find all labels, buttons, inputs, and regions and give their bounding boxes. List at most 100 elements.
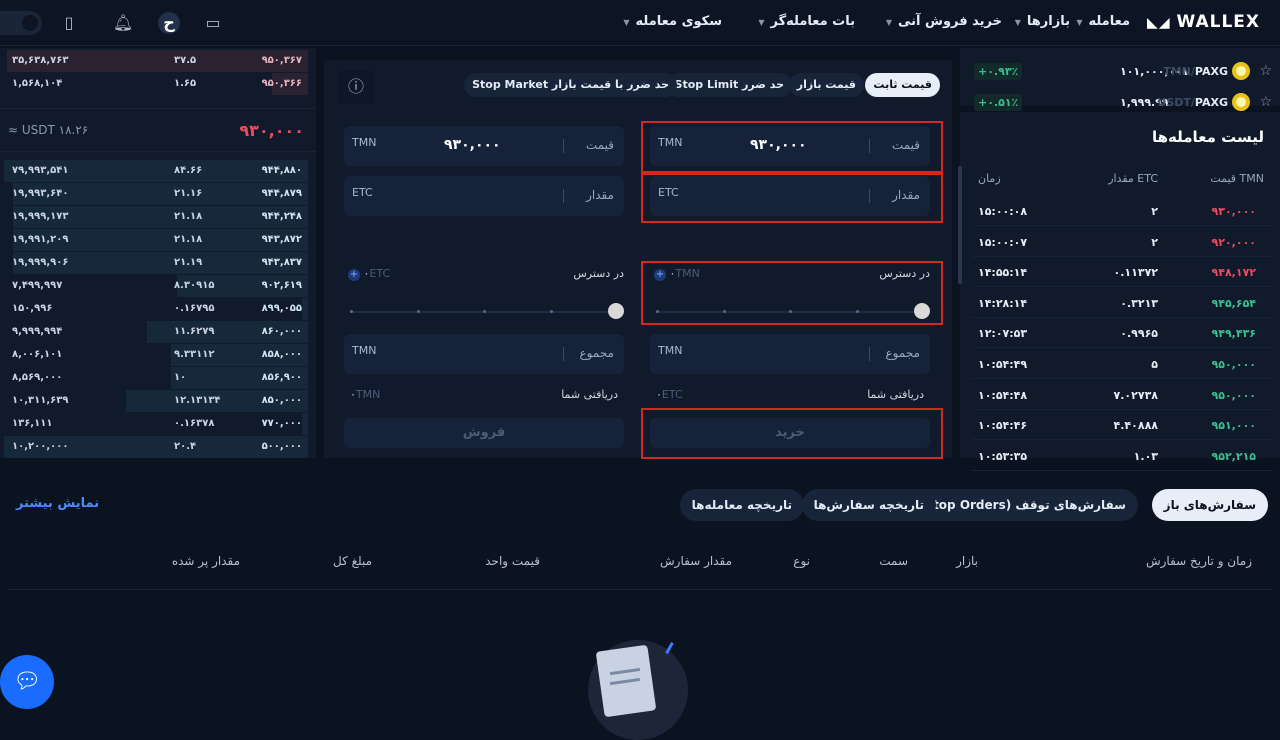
bid-row[interactable]: ۱۹,۹۹۹,۹۰۶ ۲۱.۱۹ ۹۴۳,۸۳۷ — [4, 252, 308, 274]
bid-row[interactable]: ۸,۵۶۹,۰۰۰ ۱۰ ۸۵۶,۹۰۰ — [4, 367, 308, 389]
trade-time: ۱۰:۵۳:۳۵ — [978, 449, 1028, 463]
ask-row[interactable]: ۳۵,۶۳۸,۷۶۳ ۳۷.۵ ۹۵۰,۳۶۷ — [4, 50, 308, 72]
bid-row[interactable]: ۷,۴۹۹,۹۹۷ ۸.۳۰۹۱۵ ۹۰۲,۶۱۹ — [4, 275, 308, 297]
field-label: مقدار — [586, 188, 614, 202]
bid-row[interactable]: ۸,۰۰۶,۱۰۱ ۹.۳۳۱۱۲ ۸۵۸,۰۰۰ — [4, 344, 308, 366]
trade-time: ۱۰:۵۴:۴۶ — [978, 419, 1028, 433]
trade-amount: ۲ — [1151, 235, 1158, 249]
separator — [563, 139, 564, 153]
scrollbar[interactable] — [958, 166, 962, 284]
tab-market[interactable]: قیمت بازار — [788, 73, 864, 97]
price-cell: ۹۰۲,۶۱۹ — [261, 280, 302, 291]
trade-time: ۱۴:۲۸:۱۴ — [978, 296, 1028, 310]
bid-row[interactable]: ۷۹,۹۹۳,۵۴۱ ۸۴.۶۶ ۹۴۴,۸۸۰ — [4, 160, 308, 182]
trade-time: ۱۲:۰۷:۵۳ — [978, 327, 1028, 341]
trade-price: ۹۴۸,۱۷۲ — [1211, 266, 1256, 280]
bid-row[interactable]: ۱۳۶,۱۱۱ ۰.۱۶۳۷۸ ۷۷۰,۰۰۰ — [4, 413, 308, 435]
bid-row[interactable]: ۱۰,۲۰۰,۰۰۰ ۲۰.۴ ۵۰۰,۰۰۰ — [4, 436, 308, 458]
sell-total-input[interactable]: مجموع TMN — [344, 334, 624, 374]
unit-label: TMN — [352, 344, 377, 357]
sell-price-input[interactable]: قیمت ۹۳۰,۰۰۰ TMN — [344, 126, 624, 166]
price-cell: ۵۰۰,۰۰۰ — [261, 441, 302, 452]
price-cell: ۸۹۹,۰۵۵ — [261, 303, 302, 314]
market-pair: USDT/PAXG — [1157, 96, 1228, 109]
sell-receive: ۰TMN — [350, 388, 380, 401]
total-cell: ۱,۵۶۸,۱۰۴ — [12, 78, 63, 89]
tab-stop-orders[interactable]: سفارش‌های توقف (Stop Orders) — [906, 489, 1138, 521]
slider-step[interactable] — [483, 310, 486, 313]
amount-cell: ۲۰.۴ — [174, 441, 197, 452]
bid-row[interactable]: ۱۹,۹۹۹,۱۷۳ ۲۱.۱۸ ۹۴۴,۲۴۸ — [4, 206, 308, 228]
tab-order-history[interactable]: تاریخچه سفارش‌ها — [801, 489, 936, 521]
trade-amount: ۰.۹۹۶۵ — [1120, 327, 1158, 341]
bid-row[interactable]: ۱۵۰,۹۹۶ ۰.۱۶۷۹۵ ۸۹۹,۰۵۵ — [4, 298, 308, 320]
bid-row[interactable]: ۱۹,۹۹۳,۶۴۰ ۲۱.۱۶ ۹۴۴,۸۷۹ — [4, 183, 308, 205]
pair-quote: USDT/ — [1157, 96, 1195, 109]
annotation-box — [641, 173, 943, 223]
sell-percent-slider[interactable] — [350, 303, 624, 319]
last-price-bar: ≈ USDT ۱۸.۲۶ ۹۳۰,۰۰۰ — [0, 108, 316, 152]
divider — [8, 589, 1272, 590]
tab-open-orders[interactable]: سفارش‌های باز — [1151, 489, 1268, 521]
bid-row[interactable]: ۱۰,۳۱۱,۶۳۹ ۱۲.۱۳۱۳۴ ۸۵۰,۰۰۰ — [4, 390, 308, 412]
buy-receive: ۰ETC — [656, 388, 683, 401]
buy-total-input[interactable]: مجموع TMN — [650, 334, 930, 374]
header-time: زمان — [978, 172, 1001, 185]
bell-icon[interactable]: 🔔︎ — [112, 12, 134, 34]
nav-trade[interactable]: معامله▼ — [1076, 14, 1130, 29]
last-price-usdt: ≈ USDT ۱۸.۲۶ — [8, 123, 89, 137]
market-change: +۰.۵۱٪ — [974, 94, 1023, 111]
wallex-logo-icon: ◣◢ — [1147, 15, 1177, 31]
bid-row[interactable]: ۹,۹۹۹,۹۹۴ ۱۱.۶۲۷۹ ۸۶۰,۰۰۰ — [4, 321, 308, 343]
nav-markets[interactable]: بازارها▼ — [1015, 14, 1070, 29]
total-cell: ۷۹,۹۹۳,۵۴۱ — [12, 165, 69, 176]
avatar[interactable]: ح — [158, 12, 180, 34]
trade-time: ۱۴:۵۵:۱۴ — [978, 266, 1028, 280]
amount-cell: ۳۷.۵ — [174, 55, 197, 66]
trade-row: ۹۵۱,۰۰۰ ۴.۴۰۸۸۸ ۱۰:۵۴:۴۶ — [972, 410, 1272, 441]
trade-row: ۹۴۸,۱۷۲ ۰.۱۱۳۷۲ ۱۴:۵۵:۱۴ — [972, 257, 1272, 288]
show-more-link[interactable]: نمایش بیشتر — [16, 496, 99, 511]
trade-amount: ۰.۱۱۳۷۲ — [1113, 266, 1158, 280]
star-icon[interactable]: ☆ — [1259, 63, 1272, 79]
tab-stop-limit[interactable]: حد ضرر Stop Limit — [666, 73, 792, 97]
total-cell: ۱۹,۹۹۱,۲۰۹ — [12, 234, 69, 245]
nav-instant-exchange[interactable]: خرید فروش آنی▼ — [886, 14, 1002, 29]
paxg-coin-icon — [1232, 93, 1250, 111]
sell-submit-button[interactable]: فروش — [344, 418, 624, 448]
amount-cell: ۰.۱۶۷۹۵ — [174, 303, 215, 314]
brand-logo[interactable]: ◣◢ WALLEX — [1147, 12, 1260, 32]
theme-toggle[interactable] — [0, 11, 42, 35]
ask-row[interactable]: ۱,۵۶۸,۱۰۴ ۱.۶۵ ۹۵۰,۳۶۶ — [4, 73, 308, 95]
market-row[interactable]: +۰.۹۳٪ ۱۰۱,۰۰۰,۰۰۱ TMN/PAXG ☆ — [970, 59, 1276, 85]
wallet-icon[interactable]: ▭ — [202, 12, 224, 34]
tab-trade-history[interactable]: تاریخچه معامله‌ها — [679, 489, 804, 521]
slider-step[interactable] — [549, 310, 553, 313]
bid-row[interactable]: ۱۹,۹۹۱,۲۰۹ ۲۱.۱۸ ۹۴۳,۸۷۲ — [4, 229, 308, 251]
add-funds-icon[interactable]: + — [348, 269, 360, 281]
unit-label: TMN — [658, 344, 683, 357]
market-change: +۰.۹۳٪ — [974, 63, 1023, 80]
depth-bar — [301, 413, 308, 435]
column-header: نوع — [793, 554, 810, 568]
nav-trading-bot[interactable]: بات معامله‌گر▼ — [758, 14, 855, 29]
star-icon[interactable]: ☆ — [1259, 94, 1272, 110]
total-cell: ۱۵۰,۹۹۶ — [12, 303, 53, 314]
trade-time: ۱۰:۵۴:۴۹ — [978, 358, 1028, 371]
device-icon[interactable]: ▯ — [58, 12, 80, 34]
amount-cell: ۲۱.۱۸ — [174, 234, 203, 245]
slider-handle[interactable] — [608, 303, 624, 319]
slider-step[interactable] — [416, 310, 420, 313]
annotation-box — [641, 408, 943, 459]
info-icon[interactable]: ⓘ — [338, 70, 374, 104]
sell-amount-input[interactable]: مقدار ETC — [344, 176, 624, 216]
chat-support-button[interactable]: 💬︎ — [0, 655, 54, 709]
nav-trading-platform[interactable]: سکوی معامله▼ — [623, 14, 722, 29]
total-cell: ۳۵,۶۳۸,۷۶۳ — [12, 55, 69, 66]
tab-limit[interactable]: قیمت ثابت — [865, 73, 940, 97]
tab-stop-market[interactable]: حد ضرر با قیمت بازار Stop Market — [464, 73, 677, 97]
slider-step[interactable] — [350, 310, 353, 313]
price-cell: ۹۴۴,۸۸۰ — [261, 165, 302, 176]
trade-price: ۹۵۰,۰۰۰ — [1211, 358, 1256, 371]
empty-state-icon — [588, 640, 688, 740]
